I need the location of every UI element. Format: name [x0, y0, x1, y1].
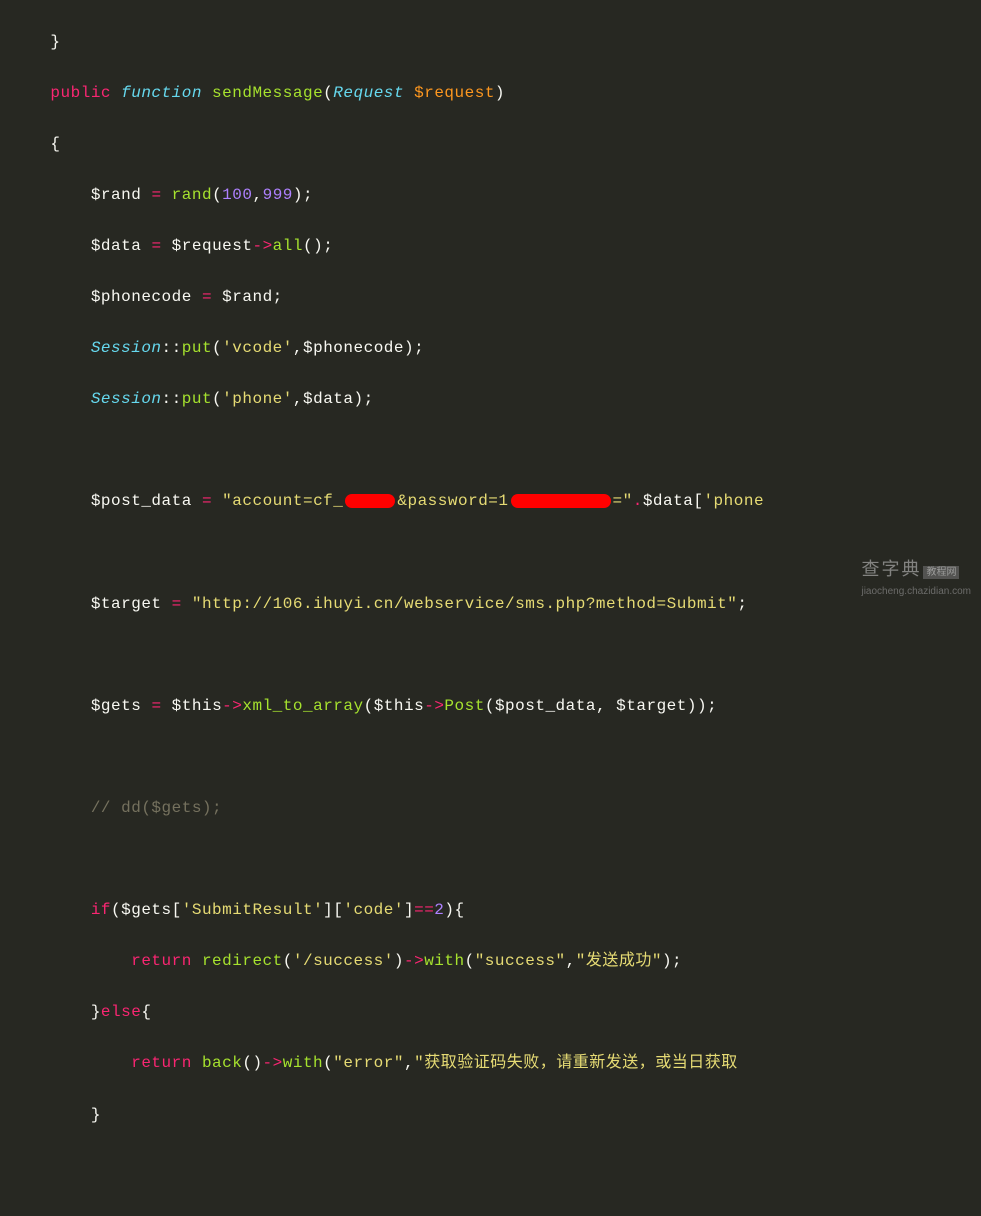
variable: $target: [91, 595, 162, 613]
code-line: [10, 1205, 971, 1216]
code-line: }: [10, 1103, 971, 1129]
watermark-url: jiaocheng.chazidian.com: [861, 584, 971, 600]
comment: // dd($gets);: [91, 799, 222, 817]
string: "account=cf_: [222, 492, 343, 510]
method: put: [182, 390, 212, 408]
string: "http://106.ihuyi.cn/webservice/sms.php?…: [192, 595, 737, 613]
function: back: [202, 1054, 242, 1072]
code-line: Session::put('vcode',$phonecode);: [10, 336, 971, 362]
variable: $post_data: [91, 492, 192, 510]
keyword: else: [101, 1003, 141, 1021]
code-line: $target = "http://106.ihuyi.cn/webservic…: [10, 592, 971, 618]
method-name: sendMessage: [212, 84, 323, 102]
code-line: $rand = rand(100,999);: [10, 183, 971, 209]
string: "success": [475, 952, 566, 970]
code-line: [10, 438, 971, 464]
redacted-mark: [511, 494, 611, 508]
type: Request: [333, 84, 404, 102]
keyword: public: [50, 84, 111, 102]
string: 'vcode': [222, 339, 293, 357]
variable: $data: [91, 237, 142, 255]
keyword: function: [121, 84, 202, 102]
code-line: [10, 847, 971, 873]
function: redirect: [202, 952, 283, 970]
code-line: $phonecode = $rand;: [10, 285, 971, 311]
keyword: return: [131, 1054, 192, 1072]
code-line: $gets = $this->xml_to_array($this->Post(…: [10, 694, 971, 720]
code-line: }else{: [10, 1000, 971, 1026]
watermark-sub: 教程网: [923, 566, 959, 579]
keyword: if: [91, 901, 111, 919]
method: Post: [444, 697, 484, 715]
watermark: 查字典教程网 jiaocheng.chazidian.com: [861, 555, 971, 600]
variable: $gets: [91, 697, 142, 715]
string: 'code': [343, 901, 404, 919]
method: xml_to_array: [242, 697, 363, 715]
string: "发送成功": [576, 952, 662, 970]
string: '/success': [293, 952, 394, 970]
code-line: $data = $request->all();: [10, 234, 971, 260]
code-line: {: [10, 132, 971, 158]
code-line: if($gets['SubmitResult']['code']==2){: [10, 898, 971, 924]
function: rand: [172, 186, 212, 204]
code-line: // dd($gets);: [10, 796, 971, 822]
parameter: $request: [414, 84, 495, 102]
code-line: public function sendMessage(Request $req…: [10, 81, 971, 107]
code-line: return redirect('/success')->with("succe…: [10, 949, 971, 975]
method: with: [283, 1054, 323, 1072]
method: put: [182, 339, 212, 357]
method: with: [424, 952, 464, 970]
string: 'SubmitResult': [182, 901, 323, 919]
code-line: [10, 643, 971, 669]
watermark-brand: 查字典: [861, 559, 921, 579]
redacted-mark: [345, 494, 395, 508]
class: Session: [91, 390, 162, 408]
code-line: Session::put('phone',$data);: [10, 387, 971, 413]
variable: $phonecode: [91, 288, 192, 306]
class: Session: [91, 339, 162, 357]
variable: $rand: [91, 186, 142, 204]
code-line: $post_data = "account=cf_&password=1=".$…: [10, 489, 971, 515]
number: 999: [263, 186, 293, 204]
string: "error": [333, 1054, 404, 1072]
code-editor: } public function sendMessage(Request $r…: [0, 0, 981, 1216]
code-line: }: [10, 30, 971, 56]
code-line: [10, 1154, 971, 1180]
code-line: [10, 541, 971, 567]
number: 2: [434, 901, 444, 919]
code-line: return back()->with("error","获取验证码失败，请重新…: [10, 1051, 971, 1077]
string: 'phone': [222, 390, 293, 408]
number: 100: [222, 186, 252, 204]
keyword: return: [131, 952, 192, 970]
code-line: [10, 745, 971, 771]
string: "获取验证码失败，请重新发送，或当日获取: [414, 1054, 738, 1072]
method: all: [273, 237, 303, 255]
